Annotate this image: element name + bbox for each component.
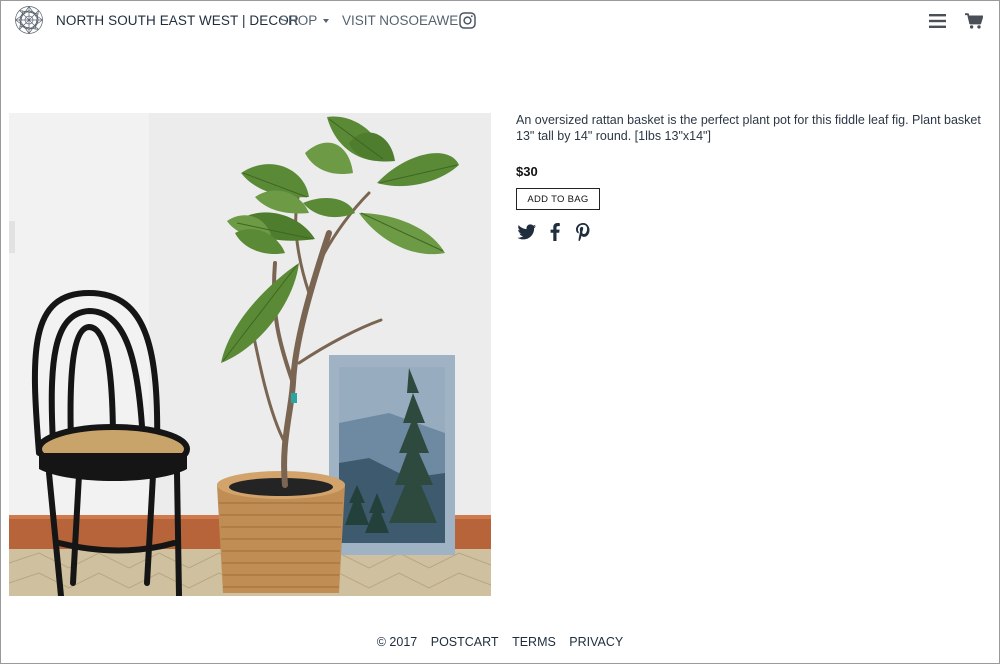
chevron-down-icon[interactable] xyxy=(323,19,329,23)
product-description: An oversized rattan basket is the perfec… xyxy=(516,113,981,143)
footer-link-privacy[interactable]: PRIVACY xyxy=(569,635,623,649)
footer-link-terms[interactable]: TERMS xyxy=(512,635,556,649)
logo-mandala-icon[interactable] xyxy=(14,5,44,35)
twitter-icon[interactable] xyxy=(517,223,537,241)
cart-icon[interactable] xyxy=(965,13,983,29)
nav-visit-link[interactable]: VISIT NOSOEAWE xyxy=(342,13,458,28)
menu-icon[interactable] xyxy=(929,14,946,28)
copyright-text: © 2017 xyxy=(376,635,418,649)
pinterest-icon[interactable] xyxy=(575,223,591,241)
product-price: $30 xyxy=(516,164,538,179)
site-footer: © 2017 POSTCART TERMS PRIVACY xyxy=(0,635,1000,649)
facebook-icon[interactable] xyxy=(550,223,560,241)
add-to-bag-button[interactable]: ADD TO BAG xyxy=(516,188,600,210)
brand-link[interactable]: NORTH SOUTH EAST WEST | DECOR xyxy=(56,13,299,28)
site-header: NORTH SOUTH EAST WEST | DECOR SHOP VISIT… xyxy=(0,0,1000,42)
footer-link-postcart[interactable]: POSTCART xyxy=(431,635,499,649)
product-photo xyxy=(9,113,491,596)
instagram-icon[interactable] xyxy=(459,12,476,29)
nav-shop-link[interactable]: SHOP xyxy=(279,13,317,28)
